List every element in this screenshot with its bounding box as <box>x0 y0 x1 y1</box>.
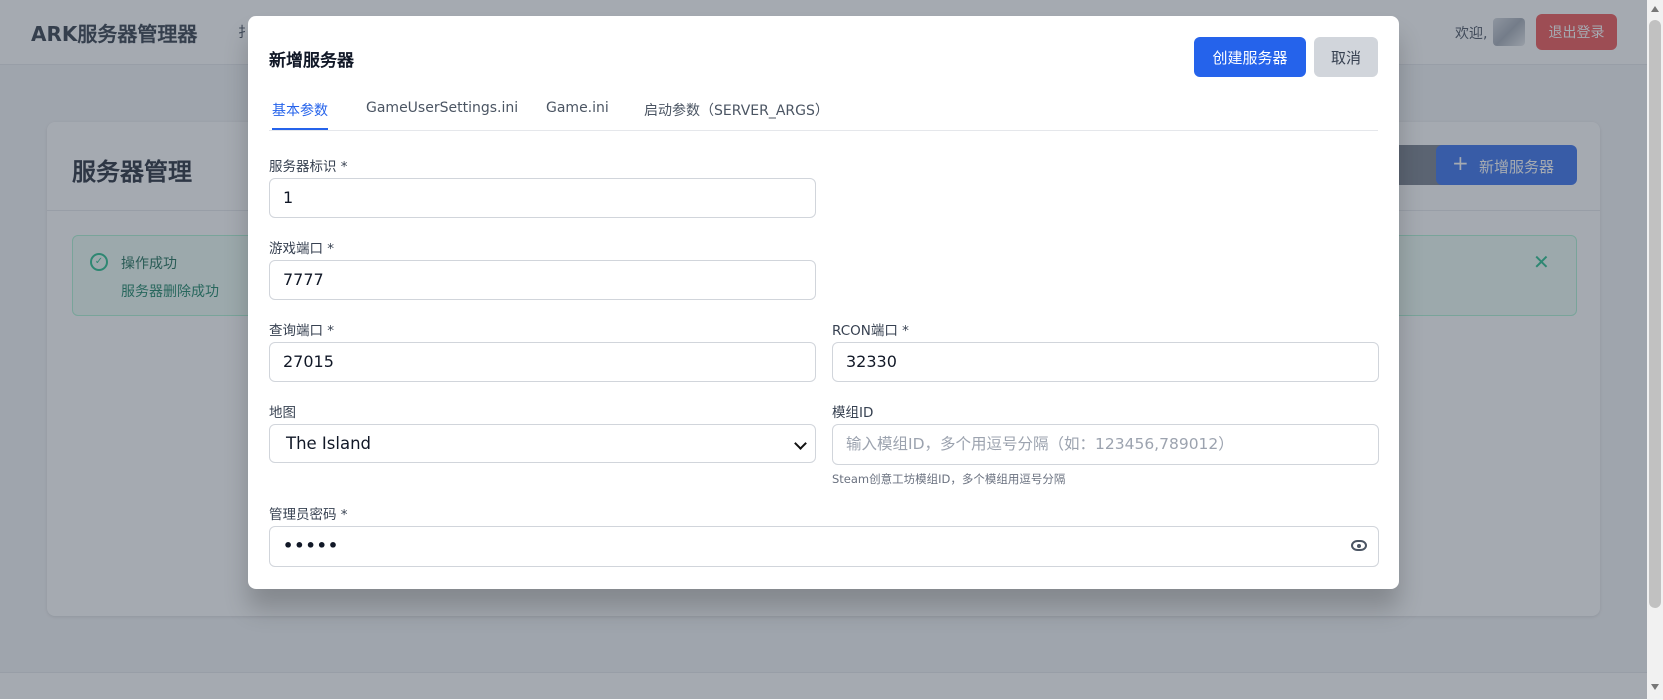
query-port-label: 查询端口 * <box>269 323 335 339</box>
cancel-button[interactable]: 取消 <box>1314 37 1378 77</box>
tab-gameusersettings[interactable]: GameUserSettings.ini <box>366 100 518 124</box>
server-id-input[interactable]: 1 <box>269 178 816 218</box>
map-label: 地图 <box>269 405 296 421</box>
game-port-label: 游戏端口 * <box>269 241 335 257</box>
create-server-button[interactable]: 创建服务器 <box>1194 37 1306 77</box>
eye-icon[interactable] <box>1351 540 1367 551</box>
admin-password-value: ••••• <box>283 536 340 555</box>
query-port-input[interactable]: 27015 <box>269 342 816 382</box>
add-server-modal: 新增服务器 创建服务器 取消 基本参数 GameUserSettings.ini… <box>248 16 1399 589</box>
chevron-down-icon <box>794 437 807 450</box>
mod-ids-label: 模组ID <box>832 405 874 421</box>
scroll-down-arrow-icon[interactable] <box>1651 684 1659 690</box>
tab-server-args[interactable]: 启动参数（SERVER_ARGS） <box>644 100 829 128</box>
mod-ids-input[interactable]: 输入模组ID，多个用逗号分隔（如：123456,789012） <box>832 424 1379 465</box>
admin-password-input[interactable]: ••••• <box>269 526 1379 567</box>
mod-ids-hint: Steam创意工坊模组ID，多个模组用逗号分隔 <box>832 472 1066 486</box>
modal-title: 新增服务器 <box>269 51 354 71</box>
tab-game-ini[interactable]: Game.ini <box>546 100 609 124</box>
admin-password-label: 管理员密码 * <box>269 507 348 523</box>
server-id-label: 服务器标识 * <box>269 159 348 175</box>
map-select[interactable]: The Island <box>269 424 816 463</box>
rcon-port-label: RCON端口 * <box>832 323 909 339</box>
map-select-value: The Island <box>286 434 372 453</box>
game-port-input[interactable]: 7777 <box>269 260 816 300</box>
scrollbar-thumb[interactable] <box>1649 20 1661 608</box>
modal-tabs: 基本参数 GameUserSettings.ini Game.ini 启动参数（… <box>269 98 1378 131</box>
scrollbar[interactable] <box>1647 0 1663 699</box>
scroll-up-arrow-icon[interactable] <box>1651 6 1659 12</box>
tab-basic-params[interactable]: 基本参数 <box>272 100 328 130</box>
rcon-port-input[interactable]: 32330 <box>832 342 1379 382</box>
